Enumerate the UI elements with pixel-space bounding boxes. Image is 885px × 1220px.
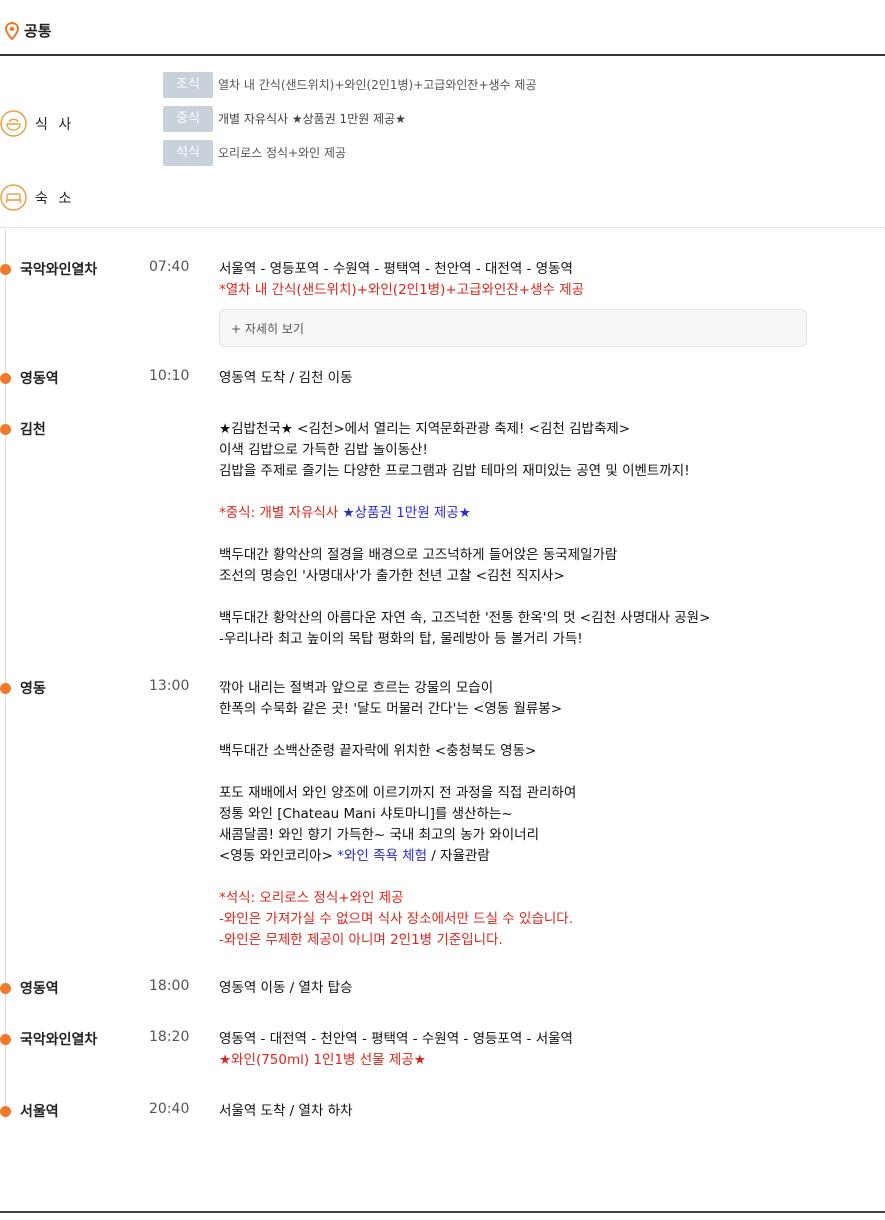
stop-text: 영동역 이동 / 열차 탑승 bbox=[219, 980, 353, 996]
timeline-dot bbox=[0, 683, 11, 694]
timeline-dot bbox=[0, 983, 11, 994]
desc-line: 한폭의 수묵화 같은 곳! '달도 머물러 간다'는 <영동 월류봉> bbox=[219, 701, 563, 717]
stop-description: 영동역 - 대전역 - 천안역 - 평택역 - 수원역 - 영등포역 - 서울역… bbox=[219, 1029, 869, 1071]
desc-line: 백두대간 황악산의 절경을 배경으로 고즈넉하게 들어앉은 동국제일가람 bbox=[219, 547, 618, 563]
meal-tag-lunch: 중식 bbox=[163, 106, 213, 132]
stop-place: 서울역 bbox=[20, 1104, 59, 1120]
route-text: 서울역 - 영등포역 - 수원역 - 평택역 - 천안역 - 대전역 - 영동역 bbox=[219, 261, 573, 277]
wine-note: -와인은 무제한 제공이 아니며 2인1병 기준입니다. bbox=[219, 932, 503, 948]
stop-time: 20:40 bbox=[149, 1101, 190, 1117]
bottom-border bbox=[0, 1211, 885, 1213]
meal-note: *열차 내 간식(샌드위치)+와인(2인1병)+고급와인잔+생수 제공 bbox=[219, 282, 585, 298]
desc-line: 이색 김밥으로 가득한 김밥 놀이동산! bbox=[219, 442, 428, 458]
stop-description: ★김밥천국★ <김천>에서 열리는 지역문화관광 축제! <김천 김밥축제> 이… bbox=[219, 419, 869, 650]
timeline-dot bbox=[0, 424, 11, 435]
desc-line: 정통 와인 [Chateau Mani 샤토마니]를 생산하는~ bbox=[219, 806, 513, 822]
wine-footbath-text: *와인 족욕 체험 bbox=[337, 848, 428, 864]
desc-line: 새콤달콤! 와인 향기 가득한~ 국내 최고의 농가 와이너리 bbox=[219, 827, 540, 843]
desc-line: -우리나라 최고 높이의 목탑 평화의 탑, 물레방아 등 볼거리 가득! bbox=[219, 631, 583, 647]
stop-place: 영동역 bbox=[20, 371, 59, 387]
details-toggle-button[interactable]: + 자세히 보기 bbox=[219, 309, 807, 347]
stop-time: 13:00 bbox=[149, 678, 190, 694]
location-pin-icon bbox=[5, 22, 19, 40]
gift-note: ★와인(750ml) 1인1병 선물 제공★ bbox=[219, 1052, 426, 1068]
dinner-note: *석식: 오리로스 정식+와인 제공 bbox=[219, 890, 404, 906]
desc-line: 백두대간 황악산의 아름다운 자연 속, 고즈넉한 '전통 한옥'의 멋 <김천… bbox=[219, 610, 711, 626]
lunch-voucher-text: ★상품권 1만원 제공★ bbox=[342, 505, 471, 521]
stop-place: 국악와인열차 bbox=[20, 262, 98, 278]
stop-time: 18:20 bbox=[149, 1029, 190, 1045]
wine-note: -와인은 가져가실 수 없으며 식사 장소에서만 드실 수 있습니다. bbox=[219, 911, 573, 927]
stop-time: 10:10 bbox=[149, 368, 190, 384]
meal-bowl-icon bbox=[0, 110, 27, 137]
stop-description: 서울역 - 영등포역 - 수원역 - 평택역 - 천안역 - 대전역 - 영동역… bbox=[219, 259, 869, 301]
stop-place: 영동 bbox=[20, 681, 46, 697]
stop-place: 김천 bbox=[20, 422, 46, 438]
stop-description: 영동역 도착 / 김천 이동 bbox=[219, 368, 869, 389]
timeline-dot bbox=[0, 1106, 11, 1117]
desc-line: 백두대간 소백산준령 끝자락에 위치한 <충청북도 영동> bbox=[219, 743, 537, 759]
meal-section-label: 식 사 bbox=[35, 117, 75, 133]
meal-tag-dinner: 석식 bbox=[163, 140, 213, 166]
free-tour-text: / 자율관람 bbox=[427, 848, 490, 864]
meal-text-breakfast: 열차 내 간식(샌드위치)+와인(2인1병)+고급와인잔+생수 제공 bbox=[218, 78, 537, 92]
stop-time: 07:40 bbox=[149, 259, 190, 275]
desc-line: 깎아 내리는 절벽과 앞으로 흐르는 강물의 모습이 bbox=[219, 680, 494, 696]
timeline-dot bbox=[0, 264, 11, 275]
bed-icon bbox=[0, 184, 27, 211]
stop-description: 서울역 도착 / 열차 하차 bbox=[219, 1101, 869, 1122]
stop-place: 국악와인열차 bbox=[20, 1032, 98, 1048]
desc-line: ★김밥천국★ <김천>에서 열리는 지역문화관광 축제! <김천 김밥축제> bbox=[219, 421, 631, 437]
stop-description: 영동역 이동 / 열차 탑승 bbox=[219, 978, 869, 999]
stop-place: 영동역 bbox=[20, 981, 59, 997]
section-divider bbox=[0, 227, 885, 228]
lunch-note: *중식: 개별 자유식사 ★상품권 1만원 제공★ bbox=[219, 503, 869, 524]
winery-name: <영동 와인코리아> bbox=[219, 848, 338, 864]
meal-text-dinner: 오리로스 정식+와인 제공 bbox=[218, 146, 347, 160]
timeline-dot bbox=[0, 1034, 11, 1045]
desc-line: 김밥을 주제로 즐기는 다양한 프로그램과 김밥 테마의 재미있는 공연 및 이… bbox=[219, 463, 690, 479]
stop-time: 18:00 bbox=[149, 978, 190, 994]
details-toggle-label: + 자세히 보기 bbox=[231, 322, 304, 336]
route-text: 영동역 - 대전역 - 천안역 - 평택역 - 수원역 - 영등포역 - 서울역 bbox=[219, 1031, 573, 1047]
desc-line: <영동 와인코리아> *와인 족욕 체험 / 자율관람 bbox=[219, 846, 869, 867]
lunch-note-text: *중식: 개별 자유식사 bbox=[219, 505, 343, 521]
stop-text: 서울역 도착 / 열차 하차 bbox=[219, 1103, 353, 1119]
section-title: 공통 bbox=[24, 22, 52, 40]
desc-line: 포도 재배에서 와인 양조에 이르기까지 전 과정을 직접 관리하여 bbox=[219, 785, 577, 801]
meal-text-lunch: 개별 자유식사 ★상품권 1만원 제공★ bbox=[218, 112, 406, 126]
stop-description: 깎아 내리는 절벽과 앞으로 흐르는 강물의 모습이 한폭의 수묵화 같은 곳!… bbox=[219, 678, 869, 951]
desc-line: 조선의 명승인 '사명대사'가 출가한 천년 고찰 <김천 직지사> bbox=[219, 568, 565, 584]
stop-text: 영동역 도착 / 김천 이동 bbox=[219, 370, 353, 386]
section-header: 공통 bbox=[0, 0, 885, 56]
timeline-dot bbox=[0, 373, 11, 384]
lodging-section-label: 숙 소 bbox=[35, 191, 75, 207]
meal-tag-breakfast: 조식 bbox=[163, 72, 213, 98]
